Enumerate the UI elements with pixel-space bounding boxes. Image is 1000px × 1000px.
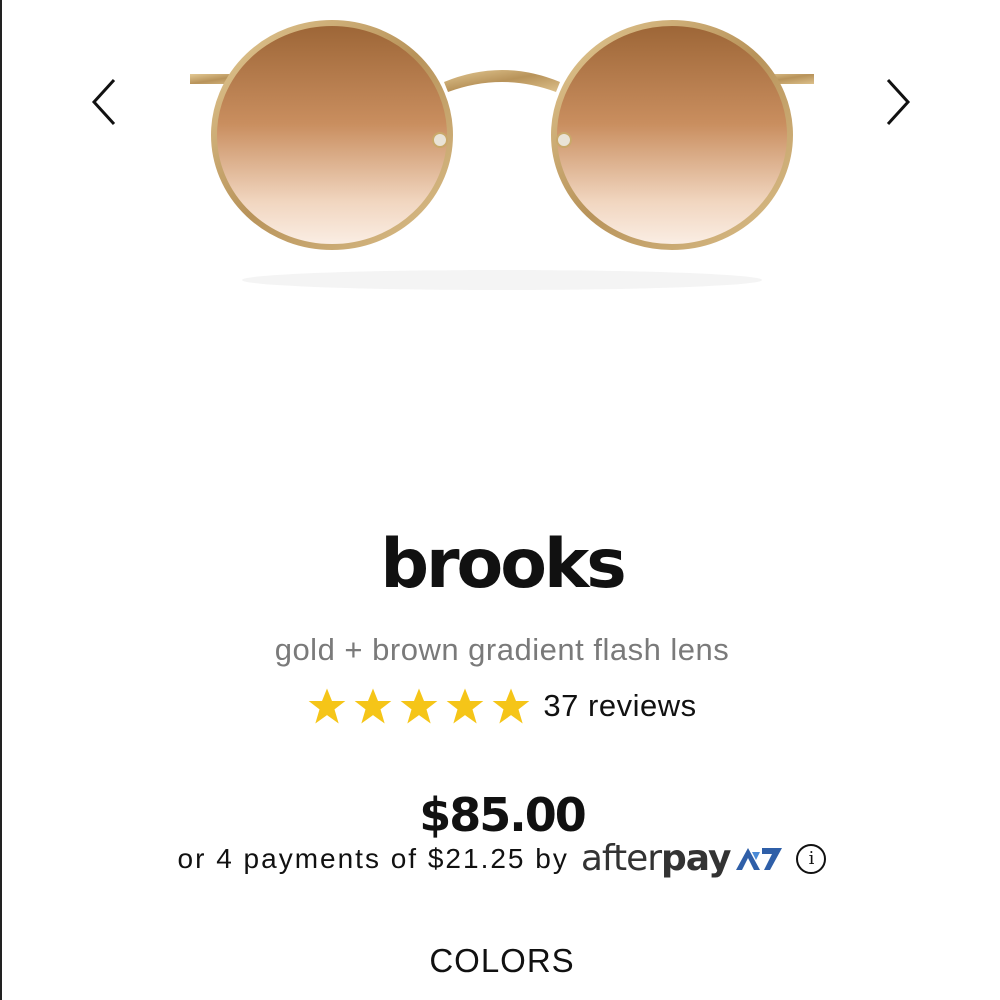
afterpay-logo-pay: pay — [661, 838, 731, 879]
carousel-prev-button[interactable] — [84, 72, 124, 132]
afterpay-mark-icon — [736, 847, 783, 870]
colors-heading: COLORS — [429, 942, 575, 979]
product-price: $85.00 — [419, 788, 587, 842]
star-icon — [353, 686, 393, 726]
carousel-next-button[interactable] — [878, 72, 918, 132]
rating-row[interactable]: 37 reviews — [2, 686, 1000, 726]
product-title: brooks — [380, 525, 626, 604]
star-icon — [399, 686, 439, 726]
installments-text: or 4 payments of $21.25 by — [177, 842, 569, 874]
info-icon[interactable]: i — [796, 843, 827, 874]
product-page: brooks gold + brown gradient flash lens … — [0, 0, 1000, 1000]
afterpay-logo: after pay — [581, 838, 785, 879]
star-rating — [307, 686, 531, 726]
reviews-link[interactable]: 37 reviews — [543, 688, 696, 724]
star-icon — [491, 686, 531, 726]
product-image-carousel — [2, 0, 1000, 300]
product-variant: gold + brown gradient flash lens — [274, 632, 730, 667]
star-icon — [445, 686, 485, 726]
afterpay-logo-after: after — [580, 838, 662, 879]
afterpay-installments: or 4 payments of $21.25 by after pay i — [2, 838, 1000, 879]
sunglasses-image — [190, 20, 814, 290]
star-icon — [307, 686, 347, 726]
chevron-left-icon — [91, 78, 116, 126]
chevron-right-icon — [886, 78, 911, 126]
